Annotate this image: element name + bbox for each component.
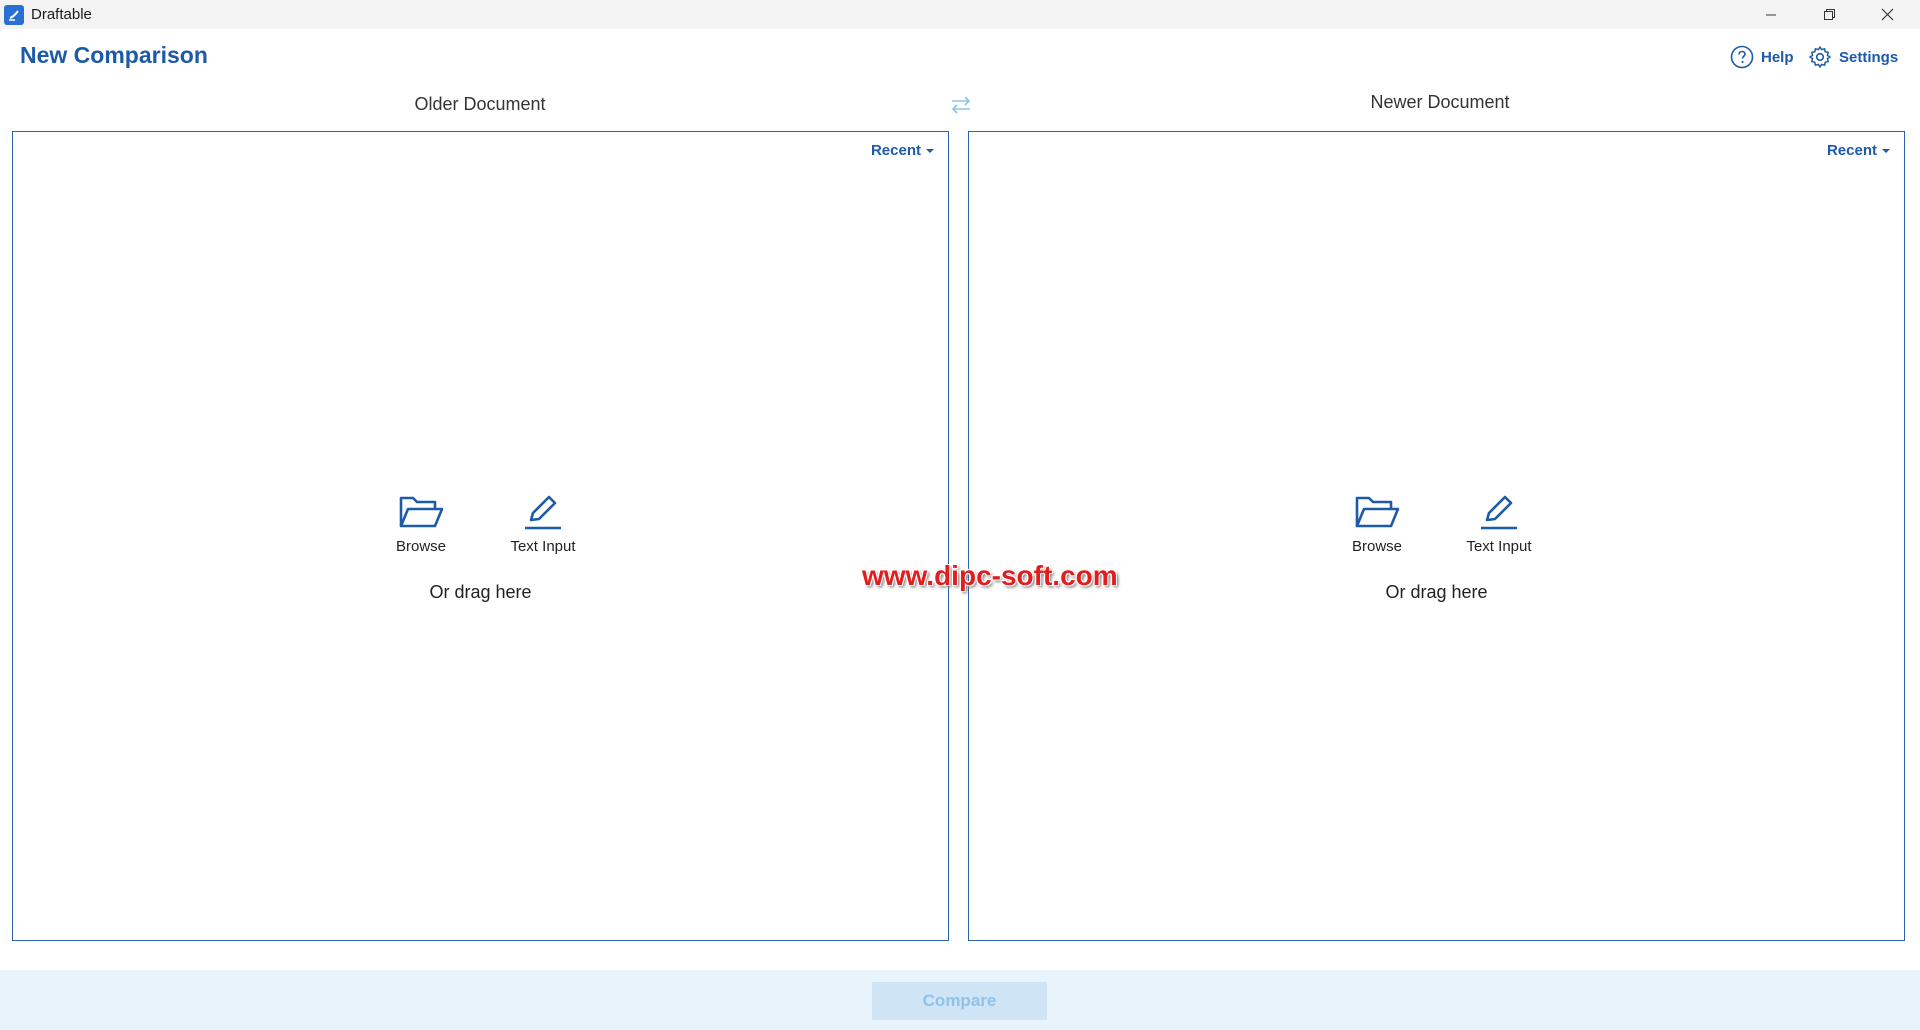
footer-bar: Compare xyxy=(0,970,1920,1030)
text-input-label: Text Input xyxy=(1466,538,1532,555)
chevron-down-icon xyxy=(926,148,934,153)
browse-label: Browse xyxy=(1351,538,1403,555)
older-text-input-button[interactable]: Text Input xyxy=(504,492,582,555)
help-button[interactable]: Help xyxy=(1730,45,1794,69)
swap-arrows-icon xyxy=(951,96,971,114)
older-document-drop-zone[interactable]: Recent Browse Text Input Or drag here xyxy=(12,131,949,941)
older-document-title: Older Document xyxy=(414,94,546,114)
folder-open-icon xyxy=(1355,496,1400,528)
settings-button[interactable]: Settings xyxy=(1808,45,1898,69)
newer-actions: Browse Text Input xyxy=(1338,492,1538,555)
older-actions: Browse Text Input xyxy=(382,492,582,555)
minimize-button[interactable] xyxy=(1742,0,1800,29)
newer-recent-dropdown[interactable]: Recent xyxy=(1827,142,1890,159)
older-drag-hint: Or drag here xyxy=(429,582,532,602)
compare-button[interactable]: Compare xyxy=(872,982,1047,1020)
older-browse-button[interactable]: Browse xyxy=(382,492,460,555)
newer-document-title: Newer Document xyxy=(1370,92,1510,112)
pencil-icon xyxy=(525,495,561,530)
swap-documents-button[interactable] xyxy=(948,94,974,116)
recent-label: Recent xyxy=(1826,142,1877,159)
minimize-icon xyxy=(1766,14,1776,15)
gear-icon xyxy=(1809,46,1831,68)
pencil-icon xyxy=(1481,495,1517,530)
folder-open-icon xyxy=(399,496,444,528)
recent-label: Recent xyxy=(870,142,921,159)
newer-text-input-button[interactable]: Text Input xyxy=(1460,492,1538,555)
browse-label: Browse xyxy=(395,538,447,555)
title-bar: Draftable xyxy=(0,0,1920,29)
older-recent-dropdown[interactable]: Recent xyxy=(871,142,934,159)
newer-browse-button[interactable]: Browse xyxy=(1338,492,1416,555)
text-input-label: Text Input xyxy=(510,538,576,555)
help-icon xyxy=(1730,45,1754,69)
newer-document-drop-zone[interactable]: Recent Browse Text Input Or drag here xyxy=(968,131,1905,941)
window-title: Draftable xyxy=(31,6,92,23)
settings-label: Settings xyxy=(1839,48,1899,66)
close-icon xyxy=(1881,8,1893,21)
restore-button[interactable] xyxy=(1800,0,1858,29)
page-title: New Comparison xyxy=(20,42,208,68)
header: New Comparison Help Settings xyxy=(0,29,1920,85)
watermark-text: www.dipc-soft.com xyxy=(862,560,1118,591)
help-label: Help xyxy=(1761,48,1794,66)
chevron-down-icon xyxy=(1882,148,1890,153)
app-logo-icon xyxy=(4,4,24,25)
close-button[interactable] xyxy=(1858,0,1916,29)
restore-icon xyxy=(1823,9,1835,20)
